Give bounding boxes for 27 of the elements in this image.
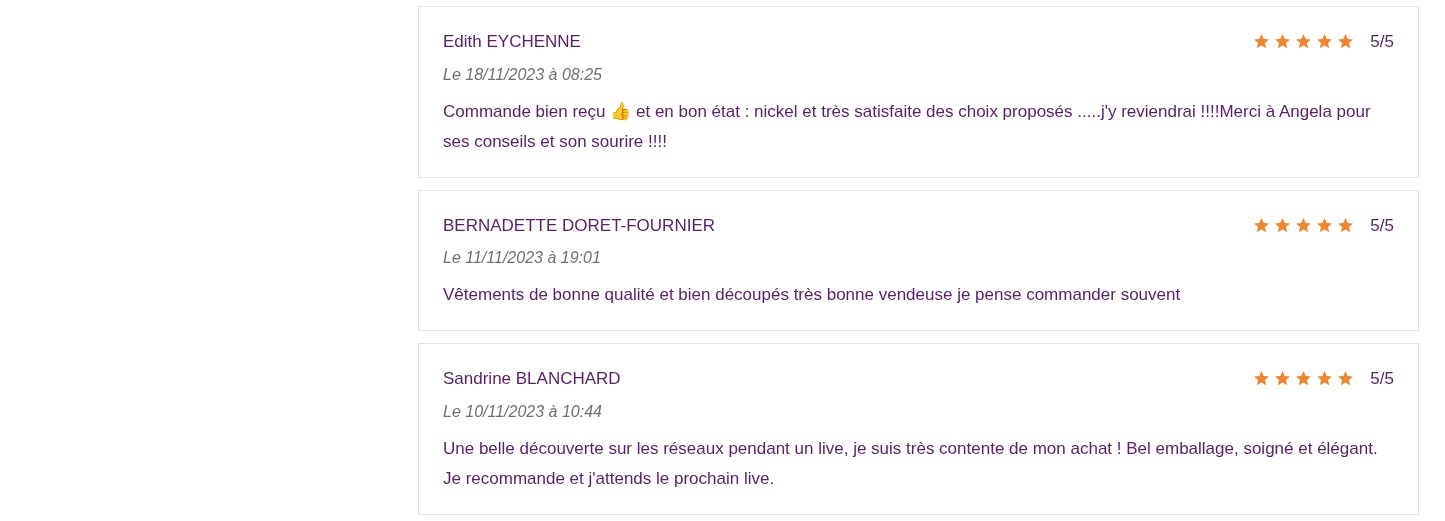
star-icon (1295, 216, 1313, 234)
review-date: Le 18/11/2023 à 08:25 (443, 64, 603, 85)
rating-score: 5/5 (1370, 368, 1394, 390)
review-comment: Commande bien reçu 👍 et en bon état : nickel et très satisfaite des choix proposés .....j'y reviendrai !!!!Merci à Angela pour ses conseils et son sourire !!!! (443, 100, 1372, 153)
review-author: Sandrine BLANCHARD (443, 368, 621, 390)
star-icon (1295, 370, 1313, 388)
review-author: BERNADETTE DORET-FOURNIER (443, 214, 716, 237)
star-icon (1253, 216, 1271, 234)
star-icon (1274, 216, 1292, 234)
star-icon (1274, 33, 1292, 51)
star-icon (1337, 370, 1355, 388)
rating-score: 5/5 (1370, 214, 1394, 237)
star-icon (1337, 33, 1355, 51)
star-icon (1316, 33, 1334, 51)
review-comment: Vêtements de bonne qualité et bien découpés très bonne vendeuse je pense commander souvent (443, 284, 1182, 306)
star-icon (1337, 216, 1355, 234)
review-date: Le 11/11/2023 à 19:01 (443, 248, 602, 268)
star-icon (1274, 370, 1292, 388)
star-icon (1295, 33, 1313, 51)
review-comment: Une belle découverte sur les réseaux pendant un live, je suis très contente de mon achat ! Bel emballage, soigné et élégant. Je recommande et j'attends le prochain live. (443, 437, 1379, 490)
review-author: Edith EYCHENNE (443, 31, 581, 53)
star-icon (1316, 216, 1334, 234)
star-icon (1253, 33, 1271, 51)
star-icon (1253, 370, 1271, 388)
review-date: Le 10/11/2023 à 10:44 (443, 401, 603, 422)
star-icon (1316, 370, 1334, 388)
rating-score: 5/5 (1370, 31, 1394, 53)
